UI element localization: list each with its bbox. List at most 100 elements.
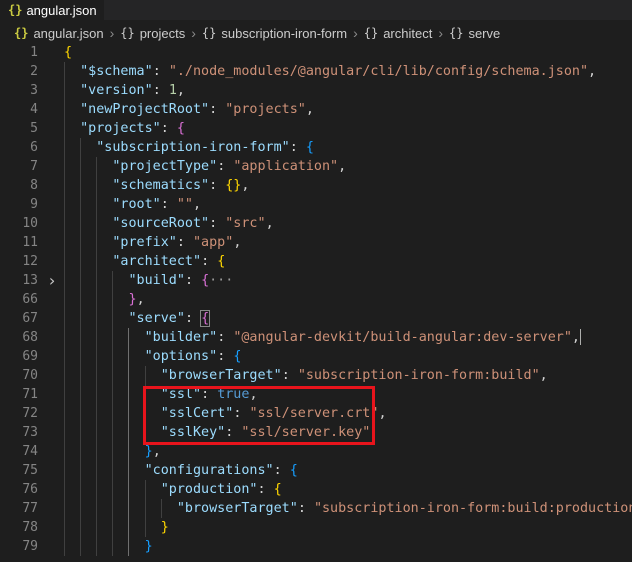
breadcrumb-label: architect	[383, 25, 433, 41]
code-text: "newProjectRoot": "projects",	[64, 100, 314, 119]
code-token: "prefix"	[112, 235, 177, 250]
fold-chevron-icon[interactable]: ›	[46, 271, 58, 290]
code-token: "subscription-iron-form:build:production…	[313, 501, 632, 516]
code-text: "$schema": "./node_modules/@angular/cli/…	[64, 62, 596, 81]
object-icon: {}	[363, 26, 379, 40]
line-number: 72	[22, 406, 38, 421]
code-token: ,	[588, 64, 597, 79]
code-line[interactable]: 78 }	[0, 518, 632, 537]
code-line[interactable]: 2 "$schema": "./node_modules/@angular/cl…	[0, 62, 632, 81]
code-token: {	[233, 349, 242, 364]
code-line[interactable]: 70 "browserTarget": "subscription-iron-f…	[0, 366, 632, 385]
code-text: },	[64, 290, 145, 309]
code-line[interactable]: 68 "builder": "@angular-devkit/build-ang…	[0, 328, 632, 347]
code-token: {	[289, 463, 298, 478]
code-line[interactable]: 10 "sourceRoot": "src",	[0, 214, 632, 233]
code-line[interactable]: 11 "prefix": "app",	[0, 233, 632, 252]
code-text: "build": {···	[64, 271, 234, 290]
chevron-right-icon: ›	[109, 25, 115, 41]
code-line[interactable]: 77 "browserTarget": "subscription-iron-f…	[0, 499, 632, 518]
code-line[interactable]: 3 "version": 1,	[0, 81, 632, 100]
code-token: {	[201, 273, 210, 288]
code-line[interactable]: 7 "projectType": "application",	[0, 157, 632, 176]
code-text: }	[64, 518, 169, 537]
code-token: "subscription-iron-form"	[96, 140, 290, 155]
breadcrumb-label: angular.json	[33, 25, 104, 41]
line-number: 74	[22, 444, 38, 459]
code-token: "schematics"	[112, 178, 210, 193]
code-token: :	[152, 64, 169, 79]
code-token: :	[160, 197, 177, 212]
code-text: }	[64, 537, 153, 556]
code-token: "./node_modules/@angular/cli/lib/config/…	[168, 64, 589, 79]
code-line[interactable]: 8 "schematics": {},	[0, 176, 632, 195]
breadcrumb-label: subscription-iron-form	[221, 25, 348, 41]
code-token: "options"	[144, 349, 218, 364]
code-token: {	[273, 482, 282, 497]
code-line[interactable]: 5 "projects": {	[0, 119, 632, 138]
code-token: :	[209, 102, 226, 117]
breadcrumb-item[interactable]: {} angular.json	[14, 26, 104, 41]
code-token: "app"	[193, 235, 234, 250]
code-token: "root"	[112, 197, 161, 212]
line-number: 12	[22, 254, 38, 269]
code-token: :	[201, 254, 218, 269]
code-token: "$schema"	[80, 64, 153, 79]
code-line[interactable]: 13 › "build": {···	[0, 271, 632, 290]
line-number: 79	[22, 539, 38, 554]
code-line[interactable]: 6 "subscription-iron-form": {	[0, 138, 632, 157]
code-line[interactable]: 9 "root": "",	[0, 195, 632, 214]
code-token: }	[128, 292, 137, 307]
tab-label: angular.json	[26, 2, 97, 18]
code-line[interactable]: 75 "configurations": {	[0, 461, 632, 480]
code-token: "builder"	[144, 330, 218, 345]
code-token: ""	[176, 197, 193, 212]
code-token: "configurations"	[144, 463, 274, 478]
code-line[interactable]: 4 "newProjectRoot": "projects",	[0, 100, 632, 119]
line-number: 75	[22, 463, 38, 478]
code-token: ,	[152, 444, 161, 459]
code-token: ,	[241, 178, 250, 193]
line-number: 7	[30, 159, 38, 174]
json-braces-icon: {}	[8, 3, 23, 17]
code-token: :	[160, 121, 177, 136]
chevron-right-icon: ›	[191, 25, 196, 41]
breadcrumb-item[interactable]: {} projects	[120, 26, 185, 41]
tab-angular-json[interactable]: {} angular.json	[0, 0, 104, 20]
code-token: "projectType"	[112, 159, 218, 174]
code-text: {	[64, 43, 72, 62]
code-text: "prefix": "app",	[64, 233, 241, 252]
code-text: "subscription-iron-form": {	[64, 138, 314, 157]
code-token: "build"	[128, 273, 185, 288]
code-line[interactable]: 69 "options": {	[0, 347, 632, 366]
code-token: "projects"	[225, 102, 306, 117]
code-line[interactable]: 67 "serve": {	[0, 309, 632, 328]
code-token: :	[176, 235, 193, 250]
line-number: 11	[22, 235, 38, 250]
code-token: ,	[265, 216, 274, 231]
code-token: "serve"	[128, 311, 185, 326]
code-token: :	[184, 273, 202, 288]
code-line[interactable]: 66 },	[0, 290, 632, 309]
code-token: :	[217, 349, 234, 364]
code-token: "@angular-devkit/build-angular:dev-serve…	[233, 330, 572, 345]
code-token: ,	[233, 235, 242, 250]
code-line[interactable]: 1{	[0, 43, 632, 62]
code-editor[interactable]: 1{2 "$schema": "./node_modules/@angular/…	[0, 43, 632, 562]
breadcrumb-item[interactable]: {} subscription-iron-form	[202, 26, 347, 41]
code-token: ,	[305, 102, 314, 117]
code-line[interactable]: 12 "architect": {	[0, 252, 632, 271]
code-token: }	[144, 539, 153, 554]
code-line[interactable]: 79 }	[0, 537, 632, 556]
code-token: "src"	[225, 216, 266, 231]
breadcrumb-item[interactable]: {} architect	[364, 26, 433, 41]
code-token: :	[273, 463, 290, 478]
breadcrumb-item[interactable]: {} serve	[449, 26, 500, 41]
line-number: 5	[30, 121, 38, 136]
code-line[interactable]: 76 "production": {	[0, 480, 632, 499]
code-token: "production"	[160, 482, 258, 497]
text-cursor	[579, 329, 581, 345]
code-token: ,	[193, 197, 202, 212]
code-token: :	[257, 482, 274, 497]
code-token: :	[217, 330, 234, 345]
